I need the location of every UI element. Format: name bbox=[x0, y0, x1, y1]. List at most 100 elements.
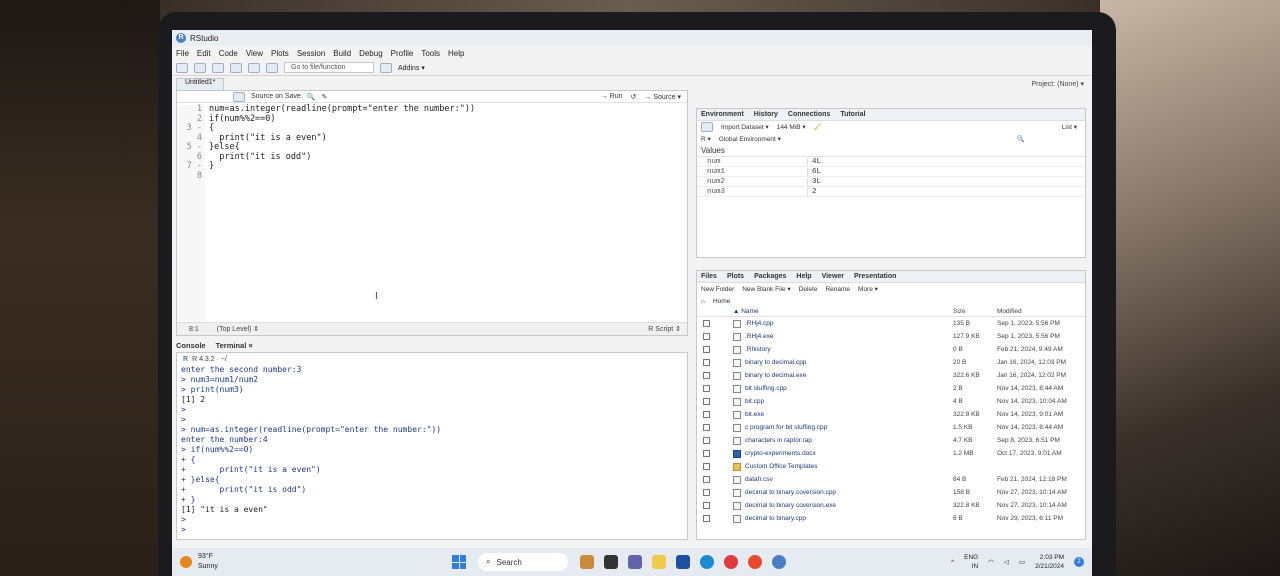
addins-button[interactable]: Addins ▾ bbox=[398, 64, 425, 72]
memory-usage[interactable]: 144 MiB ▾ bbox=[777, 123, 806, 131]
code-line[interactable]: } bbox=[209, 161, 683, 172]
tab-untitled1[interactable]: Untitled1* bbox=[176, 78, 225, 90]
open-file-icon[interactable] bbox=[212, 62, 224, 73]
language-selector[interactable]: R ▾ bbox=[701, 135, 711, 143]
tab-history[interactable]: History bbox=[754, 111, 778, 118]
row-checkbox[interactable] bbox=[702, 424, 710, 431]
console-output[interactable]: enter the second number:3 > num3=num1/num… bbox=[177, 365, 687, 535]
row-checkbox[interactable] bbox=[702, 489, 710, 496]
code-line[interactable]: print("it is odd") bbox=[209, 152, 683, 163]
tab-connections[interactable]: Connections bbox=[788, 111, 830, 118]
file-name-cell[interactable]: decimal to binary.cpp bbox=[733, 514, 953, 523]
file-name-cell[interactable]: .RHj4.cpp bbox=[733, 319, 953, 328]
breadcrumb-home[interactable]: Home bbox=[713, 298, 730, 305]
row-checkbox[interactable] bbox=[702, 346, 710, 353]
menu-plots[interactable]: Plots bbox=[271, 49, 289, 58]
env-row[interactable]: num2 3L bbox=[697, 177, 1085, 187]
menu-edit[interactable]: Edit bbox=[197, 49, 211, 58]
file-name-cell[interactable]: datafr.csv bbox=[733, 475, 953, 484]
file-name[interactable]: .RHj4.cpp bbox=[745, 320, 774, 327]
print-icon[interactable] bbox=[266, 62, 278, 73]
row-checkbox[interactable] bbox=[702, 372, 710, 379]
row-checkbox[interactable] bbox=[702, 398, 710, 405]
file-row[interactable]: characters in raptor.rap 4.7 KB Sep 8, 202… bbox=[697, 434, 1085, 447]
menu-build[interactable]: Build bbox=[333, 49, 351, 58]
file-row[interactable]: binary to decimal.cpp 20 B Jan 16, 2024, 1… bbox=[697, 356, 1085, 369]
col-size[interactable]: Size bbox=[953, 308, 997, 315]
notification-icon[interactable]: 2 bbox=[1074, 557, 1084, 567]
search-icon[interactable]: 🔍 bbox=[1017, 135, 1085, 143]
row-checkbox[interactable] bbox=[702, 359, 710, 366]
file-name-cell[interactable]: bit.exe bbox=[733, 410, 953, 419]
file-name[interactable]: binary to decimal.exe bbox=[745, 372, 806, 379]
tab-environment[interactable]: Environment bbox=[701, 111, 744, 118]
home-icon[interactable]: ⌂ bbox=[701, 298, 705, 305]
file-name[interactable]: bit.exe bbox=[745, 411, 764, 418]
file-row[interactable]: decimal to binary coversion.cpp 158 B Nov … bbox=[697, 486, 1085, 499]
run-button[interactable]: → Run bbox=[601, 93, 623, 101]
file-row[interactable]: crypto-experiments.docx 1.2 MB Oct 17, 202… bbox=[697, 447, 1085, 460]
file-name-cell[interactable]: decimal to binary coversion.exe bbox=[733, 501, 953, 510]
tab-presentation[interactable]: Presentation bbox=[854, 273, 896, 280]
grid-icon[interactable] bbox=[380, 62, 392, 73]
file-row[interactable]: .Rhistory 0 B Feb 21, 2024, 9:49 AM bbox=[697, 343, 1085, 356]
code-line[interactable]: num=as.integer(readline(prompt="enter th… bbox=[209, 104, 683, 115]
console-pane[interactable]: R R 4.3.2 · ~/ enter the second number:3… bbox=[176, 352, 688, 540]
wand-icon[interactable]: ✎ bbox=[322, 93, 328, 101]
re-run-icon[interactable]: ↺ bbox=[631, 93, 637, 101]
file-row[interactable]: binary to decimal.exe 322.6 KB Jan 16, 202… bbox=[697, 369, 1085, 382]
source-on-save-checkbox[interactable]: Source on Save bbox=[251, 93, 301, 100]
file-name[interactable]: bit stuffing.cpp bbox=[745, 385, 787, 392]
row-checkbox[interactable] bbox=[702, 385, 710, 392]
row-checkbox[interactable] bbox=[702, 320, 710, 327]
row-checkbox[interactable] bbox=[702, 502, 710, 509]
code-line[interactable]: print("it is a even") bbox=[209, 133, 683, 144]
scope-selector[interactable]: Global Environment ▾ bbox=[719, 135, 781, 143]
file-name-cell[interactable]: .Rhistory bbox=[733, 345, 953, 354]
menu-tools[interactable]: Tools bbox=[421, 49, 440, 58]
file-name[interactable]: Custom Office Templates bbox=[745, 463, 817, 470]
file-row[interactable]: decimal to binary.cpp 6 B Nov 29, 2023, 6:… bbox=[697, 512, 1085, 525]
taskbar-search[interactable]: ⌕ Search bbox=[478, 553, 568, 571]
search-icon[interactable]: 🔍 bbox=[307, 93, 316, 101]
save-file-icon[interactable] bbox=[233, 91, 245, 102]
file-name-cell[interactable]: Custom Office Templates bbox=[733, 462, 953, 471]
file-name-cell[interactable]: .RHj4.exe bbox=[733, 332, 953, 341]
file-name-cell[interactable]: characters in raptor.rap bbox=[733, 436, 953, 445]
file-row[interactable]: c program for bit stuffing.cpp 1.5 KB Nov … bbox=[697, 421, 1085, 434]
menu-session[interactable]: Session bbox=[297, 49, 325, 58]
save-icon[interactable] bbox=[230, 62, 242, 73]
file-row[interactable]: bit.exe 322.8 KB Nov 14, 2023, 9:01 AM bbox=[697, 408, 1085, 421]
file-name-cell[interactable]: c program for bit stuffing.cpp bbox=[733, 423, 953, 432]
file-name[interactable]: .Rhistory bbox=[745, 346, 771, 353]
file-name[interactable]: decimal to binary coversion.exe bbox=[745, 502, 836, 509]
wifi-icon[interactable]: ◠ bbox=[988, 558, 994, 566]
row-checkbox[interactable] bbox=[702, 463, 710, 470]
file-explorer-icon[interactable] bbox=[652, 555, 666, 569]
file-name-cell[interactable]: bit.cpp bbox=[733, 397, 953, 406]
weather-widget[interactable]: 93°F Sunny bbox=[172, 552, 252, 572]
row-checkbox[interactable] bbox=[702, 450, 710, 457]
goto-file-input[interactable]: Go to file/function bbox=[284, 62, 374, 73]
row-checkbox[interactable] bbox=[702, 333, 710, 340]
file-name-cell[interactable]: bit stuffing.cpp bbox=[733, 384, 953, 393]
menu-debug[interactable]: Debug bbox=[359, 49, 383, 58]
menu-file[interactable]: File bbox=[176, 49, 189, 58]
tab-terminal[interactable]: Terminal × bbox=[216, 341, 253, 350]
new-blank-file-button[interactable]: New Blank File ▾ bbox=[742, 285, 790, 293]
rename-button[interactable]: Rename bbox=[825, 286, 850, 293]
menu-profile[interactable]: Profile bbox=[391, 49, 414, 58]
menu-view[interactable]: View bbox=[246, 49, 263, 58]
open-icon[interactable] bbox=[701, 122, 713, 132]
language-indicator[interactable]: ENG IN bbox=[964, 553, 978, 571]
file-name-cell[interactable]: crypto-experiments.docx bbox=[733, 449, 953, 458]
row-checkbox[interactable] bbox=[702, 437, 710, 444]
file-name[interactable]: crypto-experiments.docx bbox=[745, 450, 816, 457]
tab-tutorial[interactable]: Tutorial bbox=[840, 111, 865, 118]
project-menu[interactable]: Project: (None) ▾ bbox=[1031, 80, 1084, 88]
code-area[interactable]: num=as.integer(readline(prompt="enter th… bbox=[209, 104, 683, 321]
file-name[interactable]: datafr.csv bbox=[745, 476, 773, 483]
file-row[interactable]: Custom Office Templates bbox=[697, 460, 1085, 473]
file-name[interactable]: decimal to binary.cpp bbox=[745, 515, 806, 522]
file-row[interactable]: .RHj4.exe 127.9 KB Sep 1, 2023, 5:56 PM bbox=[697, 330, 1085, 343]
